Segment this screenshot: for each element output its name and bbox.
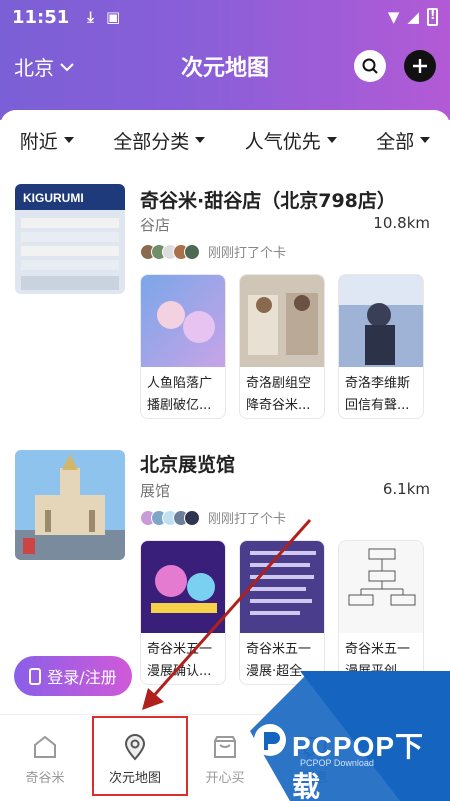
status-bar: 11:51 ⤓ ▣ ▼ ◢ [0, 0, 450, 34]
nav-item-home[interactable]: 奇谷米 [0, 715, 90, 801]
store-thumbnail [15, 450, 125, 560]
checkin-row: 刚刚打了个卡 [140, 508, 286, 527]
filter-label: 附近 [19, 130, 58, 153]
store-type: 谷店 [140, 216, 171, 234]
post-image [240, 541, 324, 633]
post-image [141, 541, 225, 633]
post-card[interactable]: 奇谷米五一漫展平创... [338, 540, 424, 685]
checkin-text: 刚刚打了个卡 [208, 512, 287, 527]
store-card[interactable]: KIGURUMI 奇谷米·甜谷店（北京798店） 谷店 10.8km 刚刚打了个… [0, 184, 450, 424]
post-title: 奇谷米五一漫展确认... [147, 642, 213, 679]
battery-icon [427, 8, 438, 26]
caret-down-icon [195, 137, 206, 143]
post-card[interactable]: 奇谷米五一漫展·超全... [239, 540, 325, 685]
store-distance: 10.8km [373, 214, 430, 232]
checkin-row: 刚刚打了个卡 [140, 242, 286, 261]
home-icon [34, 735, 56, 758]
notification-a-icon: ▣ [105, 8, 121, 26]
filter-category[interactable]: 全部分类 [113, 127, 206, 154]
thumb-sign: KIGURUMI [23, 191, 84, 205]
avatar-group [140, 509, 200, 526]
wifi-icon: ▼ [387, 8, 400, 26]
plus-icon [413, 59, 427, 73]
avatar [184, 243, 200, 260]
post-card[interactable]: 人鱼陷落广播剧破亿... [140, 274, 226, 419]
store-thumbnail: KIGURUMI [15, 184, 125, 294]
nav-label: 奇谷米 [25, 771, 65, 786]
filter-nearby[interactable]: 附近 [20, 127, 74, 154]
caret-down-icon [326, 137, 337, 143]
post-image [141, 275, 225, 367]
post-image [339, 275, 423, 367]
caret-down-icon [63, 137, 74, 143]
post-title: 人鱼陷落广播剧破亿... [147, 376, 213, 413]
store-type: 展馆 [140, 482, 171, 500]
download-icon: ⤓ [87, 8, 94, 26]
avatar-group [140, 243, 200, 260]
post-image [240, 275, 324, 367]
annotation-highlight-box [92, 716, 188, 796]
app-header: 11:51 ⤓ ▣ ▼ ◢ 北京 次元地图 [0, 0, 450, 120]
login-register-button[interactable]: 登录/注册 [14, 656, 132, 696]
post-list: 奇谷米五一漫展确认... 奇谷米五一漫展·超全... 奇谷米五一漫展平创... [140, 540, 424, 685]
post-card[interactable]: 奇洛李维斯回信有聲... [338, 274, 424, 419]
status-time: 11:51 [12, 6, 70, 28]
nav-label: 开心买 [205, 771, 245, 786]
checkin-text: 刚刚打了个卡 [208, 246, 287, 261]
post-title: 奇洛李维斯回信有聲... [345, 376, 411, 413]
watermark-subtext: PCPOP Download [300, 758, 374, 768]
post-image [339, 541, 423, 633]
post-title: 奇洛剧组空降奇谷米... [246, 376, 312, 413]
post-list: 人鱼陷落广播剧破亿... 奇洛剧组空降奇谷米... 奇洛李维斯回信有聲... [140, 274, 424, 419]
post-card[interactable]: 奇谷米五一漫展确认... [140, 540, 226, 685]
filter-label: 全部 [376, 130, 415, 153]
login-label: 登录/注册 [47, 668, 117, 687]
filter-label: 人气优先 [244, 130, 321, 153]
post-card[interactable]: 奇洛剧组空降奇谷米... [239, 274, 325, 419]
avatar [184, 509, 200, 526]
watermark-logo-icon [254, 724, 286, 756]
filter-sort[interactable]: 人气优先 [245, 127, 337, 154]
filter-bar: 附近 全部分类 人气优先 全部 [0, 110, 450, 170]
caret-down-icon [420, 137, 431, 143]
phone-icon [29, 667, 42, 685]
store-distance: 6.1km [382, 480, 430, 498]
signal-icon: ◢ [407, 8, 419, 26]
search-icon [362, 58, 378, 74]
shop-icon [214, 736, 236, 758]
filter-label: 全部分类 [113, 130, 190, 153]
search-button[interactable] [354, 50, 386, 82]
store-name: 奇谷米·甜谷店（北京798店） [140, 190, 396, 212]
filter-all[interactable]: 全部 [376, 127, 431, 154]
store-name: 北京展览馆 [140, 454, 236, 476]
add-button[interactable] [404, 50, 436, 82]
